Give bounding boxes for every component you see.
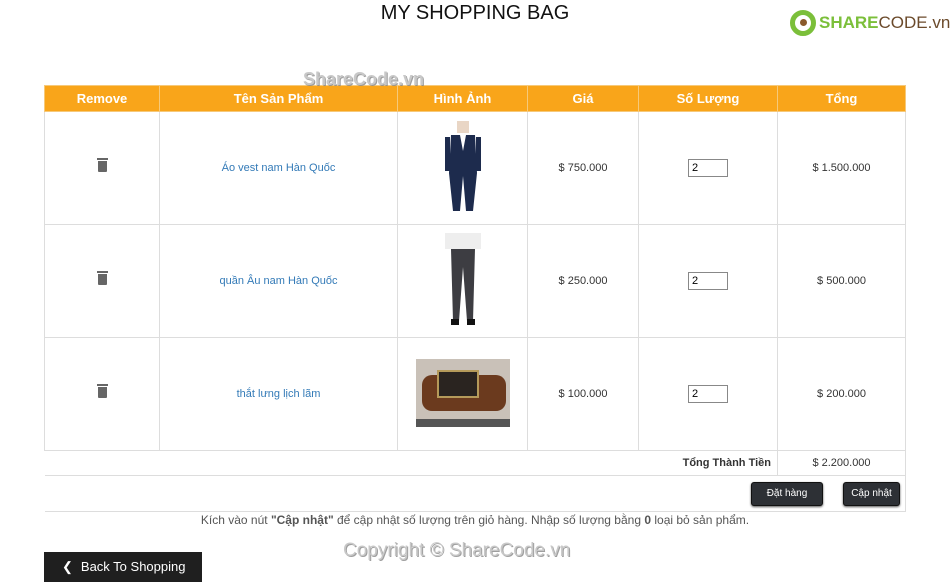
note-text: để cập nhật số lượng trên giỏ hàng. Nhập… <box>333 513 645 527</box>
chevron-left-icon: ❮ <box>62 559 73 574</box>
quantity-input[interactable] <box>688 272 728 290</box>
sharecode-logo: SHARE CODE.vn <box>790 10 950 36</box>
price: $ 750.000 <box>527 111 639 225</box>
action-row: Đặt hàng Cập nhật <box>44 475 906 512</box>
quantity-input[interactable] <box>688 385 728 403</box>
order-button[interactable]: Đặt hàng <box>751 481 823 506</box>
trash-icon[interactable] <box>96 384 108 398</box>
watermark-copyright: Copyright © ShareCode.vn <box>343 540 571 561</box>
watermark-top: ShareCode.vn <box>303 69 425 89</box>
trash-icon[interactable] <box>96 158 108 172</box>
line-total: $ 1.500.000 <box>777 111 906 225</box>
grand-total-label: Tổng Thành Tiền <box>44 450 778 476</box>
back-to-shopping-button[interactable]: ❮ Back To Shopping <box>44 552 202 582</box>
col-price: Giá <box>527 85 639 112</box>
instruction-note: Kích vào nút "Cập nhật" để cập nhật số l… <box>0 513 950 527</box>
line-total: $ 500.000 <box>777 224 906 338</box>
update-button[interactable]: Cập nhật <box>843 481 900 506</box>
trash-icon[interactable] <box>96 271 108 285</box>
table-row: quần Âu nam Hàn Quốc $ 250.000 $ 500.000 <box>44 224 906 338</box>
cart-table: Remove Tên Sản Phẩm Hình Ảnh Giá Số Lượn… <box>44 85 906 512</box>
table-row: Áo vest nam Hàn Quốc $ 750.000 $ 1.500.0… <box>44 111 906 225</box>
logo-text-domain: CODE.vn <box>878 13 950 32</box>
product-image-suit <box>444 120 481 211</box>
logo-text: SHARE <box>819 13 879 32</box>
line-total: $ 200.000 <box>777 337 906 451</box>
price: $ 100.000 <box>527 337 639 451</box>
product-link[interactable]: Áo vest nam Hàn Quốc <box>222 162 336 174</box>
note-bold: "Cập nhật" <box>270 513 334 527</box>
table-header: Remove Tên Sản Phẩm Hình Ảnh Giá Số Lượn… <box>44 85 906 112</box>
price: $ 250.000 <box>527 224 639 338</box>
product-image-trousers <box>444 232 481 325</box>
col-remove: Remove <box>44 85 160 112</box>
product-image-belt <box>415 358 510 427</box>
product-link[interactable]: thắt lưng lịch lãm <box>237 388 321 400</box>
product-link[interactable]: quần Âu nam Hàn Quốc <box>219 275 337 287</box>
grand-total-row: Tổng Thành Tiền $ 2.200.000 <box>44 450 906 476</box>
back-label: Back To Shopping <box>80 559 186 574</box>
col-quantity: Số Lượng <box>638 85 778 112</box>
table-row: thắt lưng lịch lãm $ 100.000 $ 200.000 <box>44 337 906 451</box>
grand-total-value: $ 2.200.000 <box>777 450 906 476</box>
note-text: loại bỏ sản phẩm. <box>651 513 750 527</box>
col-total: Tổng <box>777 85 906 112</box>
logo-icon <box>790 10 816 36</box>
note-text: Kích vào nút <box>200 513 271 527</box>
quantity-input[interactable] <box>688 159 728 177</box>
